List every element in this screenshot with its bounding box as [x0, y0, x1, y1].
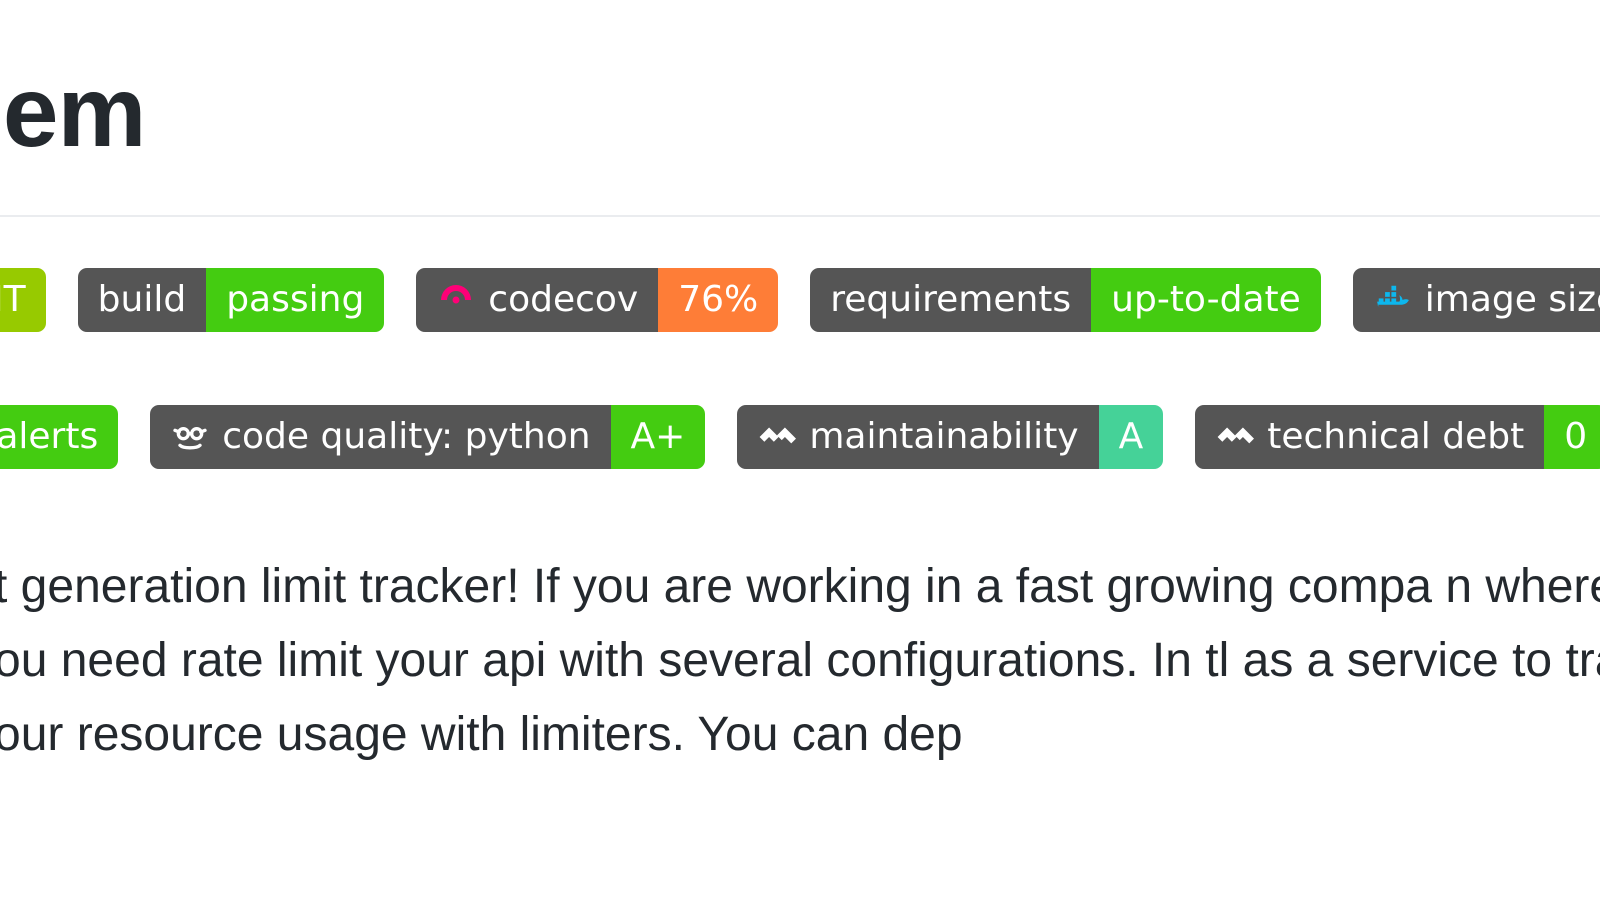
badge-build[interactable]: build passing [78, 268, 385, 332]
badge-label: build [78, 268, 207, 332]
badge-technical-debt[interactable]: technical debt 0 [1195, 405, 1600, 469]
lgtm-icon [170, 417, 210, 457]
badge-label: requirements [810, 268, 1091, 332]
badge-requirements[interactable]: requirements up-to-date [810, 268, 1321, 332]
heading-divider [0, 215, 1600, 217]
badge-value: A+ [611, 405, 706, 469]
badge-value: A [1099, 405, 1164, 469]
badge-license[interactable]: MIT [0, 268, 46, 332]
badge-label: maintainability [737, 405, 1098, 469]
readme-description: xt generation limit tracker! If you are … [0, 550, 1600, 772]
badge-value: 0 [1544, 405, 1600, 469]
badge-label-text: image size [1425, 268, 1600, 332]
badge-label: codecov [416, 268, 658, 332]
badge-codecov[interactable]: codecov 76% [416, 268, 778, 332]
page-title: p'em [0, 55, 145, 170]
badge-alerts[interactable]: 0 alerts [0, 405, 118, 469]
badge-label-text: codecov [488, 268, 638, 332]
badge-label: technical debt [1195, 405, 1544, 469]
codeclimate-icon [757, 417, 797, 457]
codeclimate-icon [1215, 417, 1255, 457]
badge-value: 0 alerts [0, 405, 118, 469]
badge-value: passing [206, 268, 384, 332]
badge-value: MIT [0, 268, 46, 332]
badge-value: 76% [658, 268, 778, 332]
badge-row-1: MIT build passing codecov 76% requiremen… [0, 268, 1600, 332]
badge-label-text: maintainability [809, 405, 1078, 469]
badge-value: up-to-date [1091, 268, 1321, 332]
codecov-icon [436, 280, 476, 320]
badge-label: code quality: python [150, 405, 610, 469]
badge-code-quality[interactable]: code quality: python A+ [150, 405, 705, 469]
badge-maintainability[interactable]: maintainability A [737, 405, 1163, 469]
docker-icon [1373, 280, 1413, 320]
badge-label-text: technical debt [1267, 405, 1524, 469]
badge-image-size[interactable]: image size 7 [1353, 268, 1600, 332]
badge-label-text: code quality: python [222, 405, 590, 469]
badge-row-2: 0 alerts code quali [0, 405, 1600, 469]
badge-label: image size [1353, 268, 1600, 332]
